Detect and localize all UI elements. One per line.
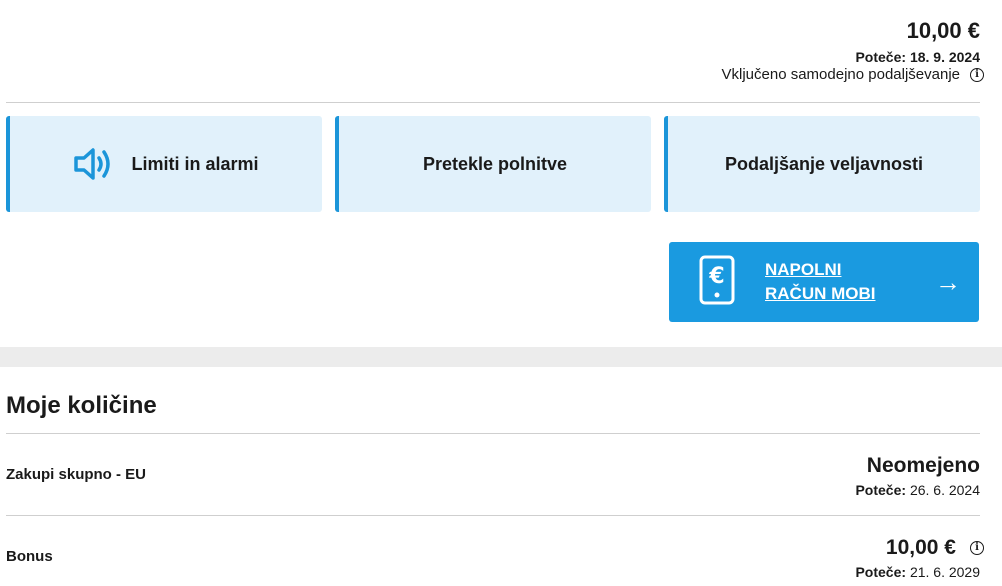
section-separator [0, 347, 1002, 367]
quantity-expiry: Poteče: 21. 6. 2029 [855, 564, 980, 580]
quantity-row: Zakupi skupno - EU Neomejeno Poteče: 26.… [6, 454, 980, 504]
quantity-expiry: Poteče: 26. 6. 2024 [855, 482, 980, 498]
validity-extension-label: Podaljšanje veljavnosti [724, 153, 924, 174]
quantity-name: Zakupi skupno - EU [6, 466, 147, 483]
action-tiles: Limiti in alarmi Pretekle polnitve Podal… [6, 116, 980, 212]
autorenew-status: Vključeno samodejno podaljševanje i [721, 66, 984, 83]
balance-expiry-date: 18. 9. 2024 [909, 49, 980, 65]
limits-alarms-tile[interactable]: Limiti in alarmi [6, 116, 322, 212]
info-icon[interactable]: i [970, 67, 984, 82]
balance-summary: 10,00 € Poteče: 18. 9. 2024 [855, 18, 980, 66]
svg-text:€: € [708, 264, 724, 289]
phone-euro-icon: € [699, 255, 735, 310]
arrow-right-icon: → [935, 266, 961, 297]
validity-extension-tile[interactable]: Podaljšanje veljavnosti [664, 116, 980, 212]
topup-mobi-button[interactable]: € NAPOLNI RAČUN MOBI → [669, 242, 979, 322]
quantity-expiry-label: Poteče: [855, 482, 907, 498]
quantity-expiry-label: Poteče: [855, 564, 907, 580]
divider [6, 433, 980, 434]
quantity-value-text: Neomejeno [866, 454, 980, 477]
balance-expiry: Poteče: 18. 9. 2024 [855, 48, 980, 66]
quantity-expiry-date: 26. 6. 2024 [909, 482, 980, 498]
quantity-row: Bonus 10,00 € i Poteče: 21. 6. 2029 [6, 536, 984, 586]
quantity-values: Neomejeno Poteče: 26. 6. 2024 [855, 454, 980, 498]
quantity-value: 10,00 € i [855, 536, 984, 560]
quantity-expiry-date: 21. 6. 2029 [909, 564, 980, 580]
section-title: Moje količine [6, 392, 157, 419]
quantity-name: Bonus [6, 548, 53, 565]
topup-line1: NAPOLNI [765, 260, 842, 279]
divider [6, 515, 980, 516]
topup-line2: RAČUN MOBI [765, 284, 876, 303]
topup-mobi-label: NAPOLNI RAČUN MOBI [765, 258, 935, 306]
autorenew-text: Vključeno samodejno podaljševanje [721, 66, 961, 83]
past-topups-label: Pretekle polnitve [422, 153, 568, 174]
divider [6, 102, 980, 103]
info-icon[interactable]: i [970, 541, 984, 555]
speaker-icon [73, 147, 113, 181]
limits-alarms-label: Limiti in alarmi [131, 153, 259, 174]
quantity-value: Neomejeno [855, 454, 980, 478]
quantity-values: 10,00 € i Poteče: 21. 6. 2029 [855, 536, 984, 580]
quantity-value-text: 10,00 € [885, 536, 956, 559]
balance-expiry-label: Poteče: [855, 49, 907, 65]
past-topups-tile[interactable]: Pretekle polnitve [335, 116, 651, 212]
balance-amount: 10,00 € [906, 18, 980, 43]
